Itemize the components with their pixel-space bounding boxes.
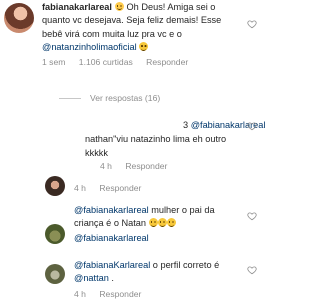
face-emoji-icon	[139, 42, 149, 52]
divider	[59, 97, 81, 99]
reply-2-time: 4 h	[74, 183, 86, 193]
reply-3-meta: 4 h Responder	[74, 289, 152, 299]
view-replies-label[interactable]: Ver respostas (16)	[90, 93, 160, 103]
avatar[interactable]	[4, 3, 34, 33]
reply-1-reply-button[interactable]: Responder	[125, 161, 167, 171]
reply-1-time: 4 h	[100, 161, 112, 171]
reply-3-time: 4 h	[74, 289, 86, 299]
reply-2-reply-button[interactable]: Responder	[99, 183, 141, 193]
comment-username[interactable]: fabianakarlareal	[42, 2, 112, 12]
reply-3-body: @fabianaKarlareal o perfil correto é @na…	[74, 259, 246, 286]
heart-icon[interactable]	[247, 265, 257, 275]
comment-body: fabianakarlareal Oh Deus! Amiga sei o qu…	[42, 1, 242, 55]
reply-2-text-a: mulher o pai da	[148, 205, 215, 215]
avatar[interactable]	[45, 264, 65, 284]
comment-meta: 1 sem 1.106 curtidas Responder	[42, 57, 199, 67]
reply-2-body: @fabianakarlareal mulher o pai da crianç…	[74, 204, 246, 231]
reply-3-mention[interactable]: @fabianaKarlareal	[74, 260, 150, 270]
face-emoji-icon	[157, 218, 167, 228]
face-emoji-icon	[114, 2, 124, 11]
heart-icon[interactable]	[247, 121, 257, 131]
reply-1-text: nathan"viu natazinho lima eh outro	[85, 134, 227, 144]
avatar[interactable]	[45, 176, 65, 196]
reply-2-tag: @fabianakarlareal	[74, 232, 149, 245]
comment-likes[interactable]: 1.106 curtidas	[79, 57, 133, 67]
reply-2-meta: 4 h Responder	[74, 183, 152, 193]
reply-3-mention-2[interactable]: @nattan	[74, 273, 109, 283]
comment-mention[interactable]: @natanzinholimaoficial	[42, 42, 137, 52]
reply-2-mention[interactable]: @fabianakarlareal	[74, 205, 149, 215]
comment-reply-button[interactable]: Responder	[146, 57, 188, 67]
reply-1-line3: kkkkk	[85, 147, 108, 160]
face-emoji-icon	[166, 218, 176, 228]
reply-3-reply-button[interactable]: Responder	[99, 289, 141, 299]
comment-time: 1 sem	[42, 57, 66, 67]
reply-1-meta: 4 h Responder	[100, 161, 178, 171]
reply-3-text-c: .	[108, 273, 114, 284]
reply-1-line2: nathan"viu natazinho lima eh outro	[85, 133, 226, 146]
view-replies-toggle[interactable]: Ver respostas (16)	[59, 93, 160, 103]
reply-3-text-b: correto é	[182, 260, 220, 270]
reply-2-text-b: criança é o Natan	[74, 218, 147, 229]
avatar[interactable]	[45, 224, 65, 244]
heart-icon[interactable]	[247, 211, 257, 221]
face-emoji-icon	[148, 218, 158, 228]
heart-icon[interactable]	[247, 19, 257, 29]
reply-1-text-end: kkkkk	[85, 148, 108, 158]
reply-2-tag-mention[interactable]: @fabianakarlareal	[74, 233, 149, 243]
reply-3-text-a: o perfil	[150, 260, 181, 270]
reply-1-prefix: 3	[183, 120, 189, 130]
